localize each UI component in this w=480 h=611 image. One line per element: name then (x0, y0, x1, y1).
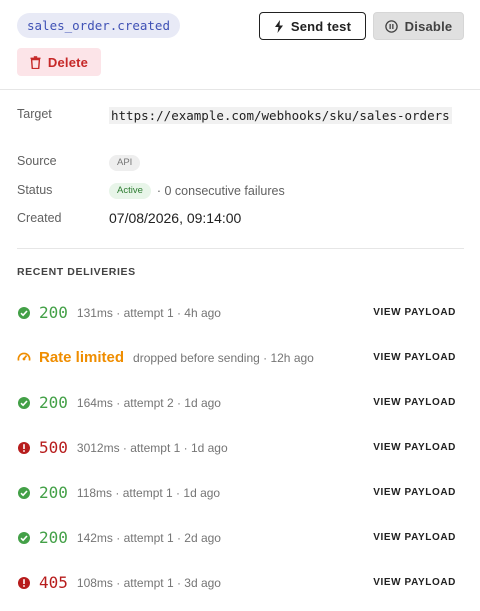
view-payload-button[interactable]: VIEW PAYLOAD (373, 307, 456, 318)
delivery-row: 500 3012ms · attempt 1 · 1d ago VIEW PAY… (17, 425, 464, 470)
source-label: Source (17, 154, 57, 168)
status-badge: Active (109, 182, 151, 199)
status-value: Active · 0 consecutive failures (109, 182, 285, 200)
delivery-row: 200 164ms · attempt 2 · 1d ago VIEW PAYL… (17, 380, 464, 425)
check-circle-icon (18, 531, 30, 544)
view-payload-button[interactable]: VIEW PAYLOAD (373, 577, 456, 588)
send-test-label: Send test (290, 18, 352, 34)
delivery-row: 200 118ms · attempt 1 · 1d ago VIEW PAYL… (17, 470, 464, 515)
target-url-text: https://example.com/webhooks/sku/sales-o… (109, 107, 452, 124)
delivery-row: 200 131ms · attempt 1 · 4h ago VIEW PAYL… (17, 290, 464, 335)
status-code: 200 (39, 393, 68, 412)
webhook-detail-panel: sales_order.created Send test Disable De… (0, 0, 480, 611)
status-code: 405 (39, 573, 68, 592)
disable-button[interactable]: Disable (373, 12, 464, 40)
status-code: 200 (39, 528, 68, 547)
rate-limit-icon (17, 352, 31, 361)
delete-button[interactable]: Delete (17, 48, 101, 76)
status-code: Rate limited (39, 349, 125, 366)
view-payload-button[interactable]: VIEW PAYLOAD (373, 352, 456, 363)
delivery-meta: 118ms · attempt 1 · 1d ago (76, 485, 221, 500)
webhook-header: sales_order.created Send test Disable De… (17, 12, 464, 78)
source-badge: API (109, 154, 141, 171)
created-label: Created (17, 211, 62, 225)
check-circle-icon (18, 486, 30, 499)
recent-deliveries-title: RECENT DELIVERIES (17, 266, 136, 278)
source-value: API (109, 154, 141, 172)
delivery-row: 200 142ms · attempt 1 · 2d ago VIEW PAYL… (17, 515, 464, 560)
error-circle-icon (18, 441, 30, 454)
pause-icon (384, 19, 398, 33)
delivery-meta: 142ms · attempt 1 · 2d ago (76, 530, 221, 545)
delivery-meta: 108ms · attempt 1 · 3d ago (76, 575, 221, 590)
target-label: Target (17, 107, 52, 121)
status-code: 500 (39, 438, 68, 457)
error-circle-icon (18, 576, 30, 589)
event-name-chip: sales_order.created (17, 13, 180, 38)
header-divider (0, 89, 480, 90)
send-test-button[interactable]: Send test (259, 12, 366, 40)
check-circle-icon (18, 306, 30, 319)
status-code: 200 (39, 483, 68, 502)
delivery-row: Rate limited dropped before sending · 12… (17, 335, 464, 380)
failure-count: · 0 consecutive failures (156, 183, 285, 198)
bolt-icon (274, 19, 283, 33)
view-payload-button[interactable]: VIEW PAYLOAD (373, 442, 456, 453)
delivery-row: 405 108ms · attempt 1 · 3d ago VIEW PAYL… (17, 560, 464, 605)
details-divider (17, 248, 464, 249)
view-payload-button[interactable]: VIEW PAYLOAD (373, 532, 456, 543)
view-payload-button[interactable]: VIEW PAYLOAD (373, 397, 456, 408)
check-circle-icon (18, 396, 30, 409)
created-value: 07/08/2026, 09:14:00 (109, 210, 242, 226)
status-label: Status (17, 183, 53, 197)
delivery-meta: dropped before sending · 12h ago (133, 350, 314, 365)
target-url: https://example.com/webhooks/sku/sales-o… (109, 106, 459, 125)
delivery-meta: 164ms · attempt 2 · 1d ago (76, 395, 221, 410)
view-payload-button[interactable]: VIEW PAYLOAD (373, 487, 456, 498)
trash-icon (30, 55, 41, 69)
delete-label: Delete (47, 54, 89, 70)
delivery-meta: 131ms · attempt 1 · 4h ago (76, 305, 221, 320)
disable-label: Disable (404, 18, 453, 34)
status-code: 200 (39, 303, 68, 322)
delivery-meta: 3012ms · attempt 1 · 1d ago (76, 440, 228, 455)
